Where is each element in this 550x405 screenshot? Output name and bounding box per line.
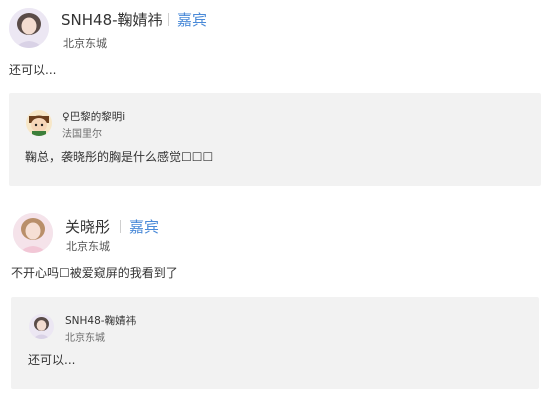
- comment-thread: SNH48-鞠婧祎 嘉宾 北京东城 还可以... ♀巴黎的黎明i 法国里尔 鞠总…: [0, 0, 550, 405]
- quoted-comment[interactable]: ♀巴黎的黎明i 法国里尔 鞠总，袭晓彤的胸是什么感觉☐☐☐: [9, 93, 541, 186]
- quoted-author-name[interactable]: ♀巴黎的黎明i: [62, 109, 125, 124]
- author-name[interactable]: 关晓彤: [65, 216, 110, 237]
- quoted-author-avatar: [29, 314, 54, 339]
- guest-badge: 嘉宾: [129, 218, 160, 236]
- author-avatar[interactable]: [13, 213, 53, 253]
- quoted-author-location: 北京东城: [65, 333, 105, 344]
- quoted-comment-text: 鞠总，袭晓彤的胸是什么感觉☐☐☐: [25, 150, 214, 164]
- author-name[interactable]: SNH48-鞠婧祎: [61, 9, 163, 30]
- cartoon-character-icon: [26, 110, 52, 136]
- comment-text: 不开心吗☐被爱窥屏的我看到了: [11, 266, 178, 280]
- author-location: 北京东城: [66, 240, 110, 253]
- comment-post-2: 关晓彤 嘉宾 北京东城 不开心吗☐被爱窥屏的我看到了 SNH48-鞠婧祎 北京东…: [0, 205, 550, 405]
- comment-post-1: SNH48-鞠婧祎 嘉宾 北京东城 还可以... ♀巴黎的黎明i 法国里尔 鞠总…: [0, 0, 550, 195]
- quoted-author-name[interactable]: SNH48-鞠婧祎: [65, 313, 136, 328]
- author-location: 北京东城: [63, 37, 107, 50]
- author-avatar[interactable]: [9, 8, 49, 48]
- separator: [168, 13, 169, 26]
- guest-badge: 嘉宾: [177, 11, 208, 29]
- quoted-author-location: 法国里尔: [62, 129, 102, 140]
- quoted-comment-text: 还可以...: [28, 353, 76, 367]
- separator: [120, 220, 121, 233]
- quoted-comment[interactable]: SNH48-鞠婧祎 北京东城 还可以...: [11, 297, 539, 389]
- comment-text: 还可以...: [9, 63, 57, 77]
